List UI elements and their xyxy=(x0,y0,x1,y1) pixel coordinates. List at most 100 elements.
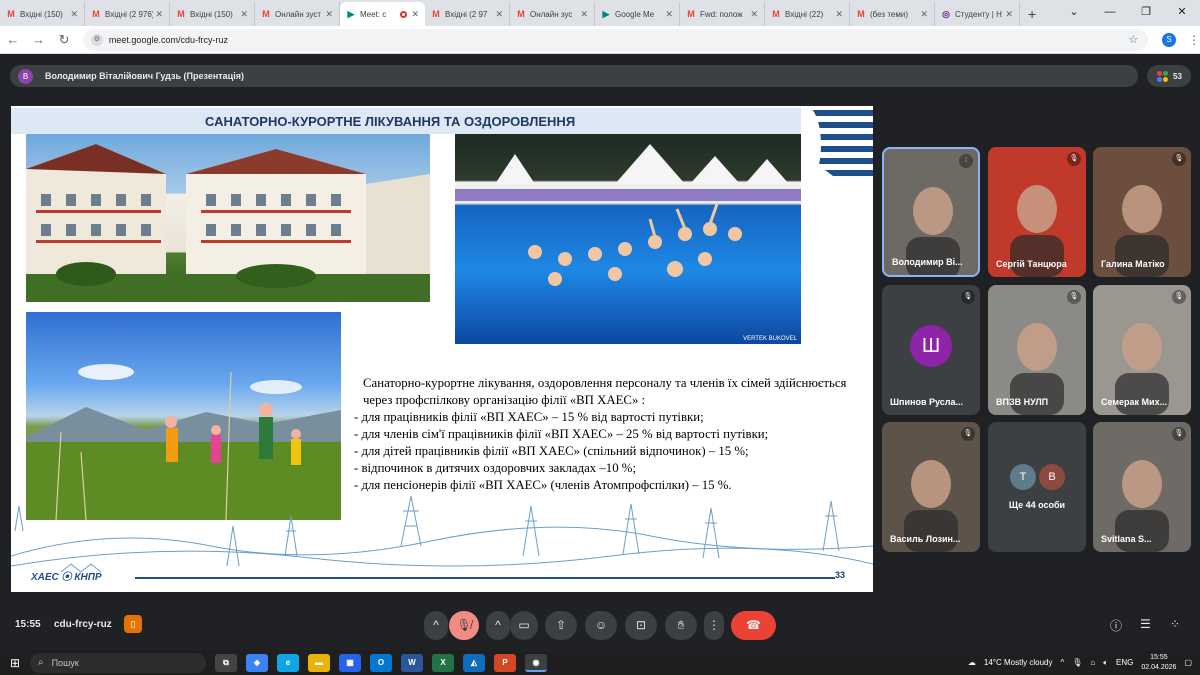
participant-tile[interactable]: Т В Ще 44 особи xyxy=(988,422,1086,552)
minimize-button[interactable]: — xyxy=(1092,0,1128,26)
maximize-button[interactable]: ❐ xyxy=(1128,0,1164,26)
outlook-icon[interactable]: O xyxy=(370,653,392,672)
store-icon[interactable]: ▦ xyxy=(339,653,361,672)
file-explorer-icon[interactable]: ▬ xyxy=(308,653,330,672)
close-tab-icon[interactable]: ✕ xyxy=(665,9,673,20)
network-icon[interactable]: ⌂ xyxy=(1090,658,1095,667)
participant-tile[interactable]: 🎙︎ Сергій Танцюра xyxy=(988,147,1086,277)
bookmark-star-icon[interactable]: ☆ xyxy=(1128,33,1148,46)
browser-tab[interactable]: M Fwd: полож ✕ xyxy=(680,2,765,26)
notifications-icon[interactable]: ▢ xyxy=(1184,658,1192,667)
chevron-down-icon[interactable]: ⌄ xyxy=(1056,0,1092,26)
participant-avatar: В xyxy=(1039,464,1065,490)
forward-button[interactable]: → xyxy=(26,32,52,47)
powerpoint-icon[interactable]: P xyxy=(494,653,516,672)
microphone-tray-icon[interactable]: 🎙︎ xyxy=(1072,658,1082,667)
volume-icon[interactable]: 🔈︎ xyxy=(1103,658,1108,668)
browser-tab[interactable]: M Вхідні (2 97 ✕ xyxy=(425,2,510,26)
more-participants-label: Ще 44 особи xyxy=(1008,500,1066,510)
weather-text[interactable]: 14°C Mostly cloudy xyxy=(984,658,1053,667)
captions-button[interactable]: ⊡ xyxy=(625,611,657,640)
gmail-icon: M xyxy=(92,9,100,19)
close-tab-icon[interactable]: ✕ xyxy=(70,9,78,20)
info-icon[interactable]: ⓘ xyxy=(1110,617,1122,634)
participant-count: 53 xyxy=(1173,71,1182,81)
mic-toggle-button[interactable]: 🎙︎̸ xyxy=(449,611,479,640)
sanatorium-building-photo xyxy=(26,134,430,302)
word-icon[interactable]: W xyxy=(401,653,423,672)
camera-toggle-button[interactable]: ▭ xyxy=(510,611,538,640)
windows-start-icon[interactable]: ⊞ xyxy=(0,656,30,670)
close-tab-icon[interactable]: ✕ xyxy=(325,9,333,20)
activities-icon[interactable]: ⁘ xyxy=(1170,617,1180,631)
close-tab-icon[interactable]: ✕ xyxy=(920,9,928,20)
participant-tile[interactable]: Ш 🎙︎ Шпинов Русла... xyxy=(882,285,980,415)
close-tab-icon[interactable]: ✕ xyxy=(580,9,588,20)
reload-button[interactable]: ↻ xyxy=(51,32,77,48)
participant-video xyxy=(1115,185,1169,277)
mic-options-button[interactable]: ^ xyxy=(424,611,448,640)
close-tab-icon[interactable]: ✕ xyxy=(155,9,163,20)
browser-tab[interactable]: M Вхідні (22) ✕ xyxy=(765,2,850,26)
close-tab-icon[interactable]: ✕ xyxy=(411,9,419,20)
browser-tab[interactable]: M Вхідні (150) ✕ xyxy=(170,2,255,26)
browser-tab[interactable]: M Вхідні (2 976) ✕ xyxy=(85,2,170,26)
address-bar[interactable]: ⚙ meet.google.com/cdu-frcy-ruz ☆ xyxy=(82,28,1149,51)
close-tab-icon[interactable]: ✕ xyxy=(240,9,248,20)
participant-video xyxy=(1115,460,1169,552)
close-tab-icon[interactable]: ✕ xyxy=(835,9,843,20)
close-window-button[interactable]: ✕ xyxy=(1164,0,1200,26)
photos-icon[interactable]: ◭ xyxy=(463,653,485,672)
browser-tab[interactable]: ◎ Студенту | Н ✕ xyxy=(935,2,1020,26)
copilot-icon[interactable]: ◆ xyxy=(246,653,268,672)
close-tab-icon[interactable]: ✕ xyxy=(750,9,758,20)
participant-tile[interactable]: ⦙ Володимир Ві... xyxy=(882,147,980,277)
profile-avatar[interactable]: S xyxy=(1162,32,1176,47)
browser-menu-icon[interactable]: ⋮ xyxy=(1188,33,1200,47)
participant-tile[interactable]: 🎙︎ ВПЗВ НУЛП xyxy=(988,285,1086,415)
camera-options-button[interactable]: ^ xyxy=(486,611,510,640)
close-tab-icon[interactable]: ✕ xyxy=(1005,9,1013,20)
present-screen-button[interactable]: ⇧ xyxy=(545,611,577,640)
reactions-button[interactable]: ☺ xyxy=(585,611,617,640)
search-icon: ⌕ xyxy=(38,657,44,668)
participant-tile[interactable]: 🎙︎ Василь Лозин... xyxy=(882,422,980,552)
slide-title: САНАТОРНО-КУРОРТНЕ ЛІКУВАННЯ ТА ОЗДОРОВЛ… xyxy=(205,114,576,129)
mic-muted-icon: 🎙︎ xyxy=(1172,152,1186,166)
back-button[interactable]: ← xyxy=(0,32,26,47)
taskbar-search[interactable]: ⌕ Пошук xyxy=(30,652,206,673)
tab-title: Вхідні (2 97 xyxy=(445,9,488,19)
language-indicator[interactable]: ENG xyxy=(1116,658,1133,667)
browser-tab[interactable]: M Вхідні (150) ✕ xyxy=(0,2,85,26)
new-tab-button[interactable]: + xyxy=(1020,6,1044,26)
excel-icon[interactable]: X xyxy=(432,653,454,672)
tab-title: Вхідні (22) xyxy=(785,9,824,19)
meeting-details-icon[interactable]: ▯ xyxy=(124,615,142,633)
windows-taskbar: ⊞ ⌕ Пошук ⧉ ◆ e ▬ ▦ O W X ◭ P ◉ ☁ 14°C M… xyxy=(0,650,1200,675)
task-view-icon[interactable]: ⧉ xyxy=(215,653,237,672)
edge-icon[interactable]: e xyxy=(277,653,299,672)
participant-tile[interactable]: 🎙︎ Svitlana S... xyxy=(1093,422,1191,552)
clock-area[interactable]: 15:55 02.04.2026 xyxy=(1141,653,1176,673)
gmail-icon: M xyxy=(432,9,440,19)
more-options-button[interactable]: ⋮ xyxy=(704,611,724,640)
leave-call-button[interactable]: ☎︎ xyxy=(731,611,776,640)
site-info-icon[interactable]: ⚙ xyxy=(90,33,103,46)
recording-indicator-icon xyxy=(400,10,408,18)
browser-tab[interactable]: ▶ Meet: c ✕ xyxy=(340,2,425,26)
tray-chevron-icon[interactable]: ^ xyxy=(1060,658,1064,667)
participants-button[interactable]: 53 xyxy=(1147,65,1191,87)
close-tab-icon[interactable]: ✕ xyxy=(495,9,503,20)
browser-tab[interactable]: M (без теми) ✕ xyxy=(850,2,935,26)
more-vert-icon: ⋮ xyxy=(708,618,720,632)
browser-tab[interactable]: M Онлайн зус ✕ xyxy=(510,2,595,26)
taskbar-date: 02.04.2026 xyxy=(1141,663,1177,671)
raise-hand-button[interactable]: ✋︎ xyxy=(665,611,697,640)
browser-tab[interactable]: ▶ Google Me ✕ xyxy=(595,2,680,26)
browser-tab[interactable]: M Онлайн зуст ✕ xyxy=(255,2,340,26)
meeting-clock: 15:55 xyxy=(15,619,41,630)
participant-tile[interactable]: 🎙︎ Семерак Мих... xyxy=(1093,285,1191,415)
chat-icon[interactable]: ☰ xyxy=(1140,617,1151,631)
chrome-icon[interactable]: ◉ xyxy=(525,653,547,672)
participant-tile[interactable]: 🎙︎ Галина Матіко xyxy=(1093,147,1191,277)
